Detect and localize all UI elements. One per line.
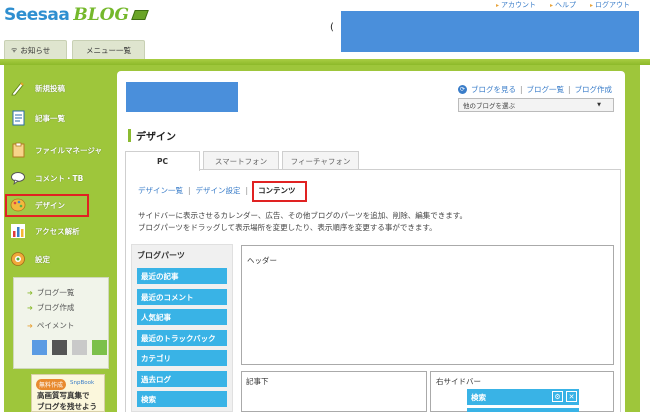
color-swatch-gray[interactable]: [72, 340, 87, 355]
redacted-header-area: [341, 11, 639, 52]
blog-parts-title: ブログパーツ: [137, 251, 185, 260]
tab-pc[interactable]: PC: [125, 151, 200, 171]
document-icon: [10, 110, 26, 126]
logo-blog-text: BLOG: [73, 5, 130, 25]
blog-links: ⟳ ブログを見る | ブログ一覧 | ブログ作成: [458, 84, 613, 95]
sidebar-item-comments[interactable]: コメント・TB: [5, 165, 109, 191]
right-sidebar-slot-label: 右サイドバー: [436, 377, 481, 386]
part-archives[interactable]: 過去ログ: [137, 371, 227, 387]
description-line-1: サイドバーに表示させるカレンダー、広告、その他ブログのパーツを追加、削除、編集で…: [138, 211, 468, 220]
tab-featurephone[interactable]: フィーチャフォン: [282, 151, 359, 170]
title-accent-bar: [128, 129, 131, 142]
part-recent-trackbacks[interactable]: 最近のトラックバック: [137, 330, 227, 346]
arrow-right-icon: ➜: [27, 288, 33, 297]
article-bottom-slot-label: 記事下: [246, 377, 269, 386]
right-widget-next[interactable]: [467, 408, 579, 412]
gear-icon: [10, 251, 26, 267]
color-swatch-blue[interactable]: [32, 340, 47, 355]
sidebar-item-new-post[interactable]: 新規投稿: [5, 75, 109, 101]
design-settings-link[interactable]: デザイン設定: [196, 185, 241, 196]
header-glyph: (: [330, 22, 334, 33]
bar-chart-icon: [10, 223, 26, 239]
blog-select-dropdown[interactable]: 他のブログを選ぶ ▼: [458, 98, 614, 112]
color-swatch-dark[interactable]: [52, 340, 67, 355]
blog-list-link[interactable]: ブログ一覧: [527, 84, 565, 95]
pen-icon: [10, 80, 26, 96]
seesaa-blog-logo[interactable]: Seesaa BLOG: [4, 4, 149, 26]
arrow-icon: ▸: [590, 2, 594, 9]
selected-item-highlight: [5, 194, 89, 217]
photobook-banner[interactable]: 無料作成 SnpBook 高画質写真集で ブログを残せよう: [31, 374, 105, 412]
arrow-right-icon: ➜: [27, 303, 33, 312]
logo-text: Seesaa: [4, 5, 70, 25]
sidebar-item-posts[interactable]: 記事一覧: [5, 105, 109, 131]
part-popular-articles[interactable]: 人気記事: [137, 309, 227, 325]
rss-icon: ᯤ: [11, 45, 18, 54]
book-icon: [131, 10, 149, 20]
sidebar-item-file-manager[interactable]: ファイルマネージャ: [5, 137, 109, 163]
tab-menu-list[interactable]: メニュー一覧: [72, 40, 145, 59]
part-search[interactable]: 検索: [137, 391, 227, 407]
part-categories[interactable]: カテゴリ: [137, 350, 227, 366]
logout-link[interactable]: ▸ ログアウト: [590, 0, 630, 10]
tab-smartphone[interactable]: スマートフォン: [203, 151, 279, 170]
header-drop-zone[interactable]: [241, 245, 614, 365]
top-links: ▸ アカウント ▸ ヘルプ ▸ ログアウト: [496, 0, 630, 10]
link-blog-list[interactable]: ➜ ブログ一覧: [27, 287, 74, 298]
banner-line-1: 高画質写真集で: [37, 391, 90, 400]
caret-down-icon: ▼: [597, 102, 601, 108]
right-widget-search[interactable]: 検索 ⚙ ✕: [467, 389, 579, 405]
part-recent-articles[interactable]: 最近の記事: [137, 268, 227, 284]
clipboard-icon: [10, 142, 26, 158]
view-icon: ⟳: [458, 85, 467, 94]
header-slot-label: ヘッダー: [247, 256, 277, 265]
sidebar-item-analytics[interactable]: アクセス解析: [5, 218, 109, 244]
link-payment[interactable]: ➜ ペイメント: [27, 320, 74, 331]
speech-bubble-icon: [10, 170, 26, 186]
free-badge: 無料作成: [36, 379, 67, 390]
design-list-link[interactable]: デザイン一覧: [138, 185, 183, 196]
arrow-icon: ▸: [550, 2, 554, 9]
settings-gear-icon[interactable]: ⚙: [552, 391, 563, 402]
description-line-2: ブログパーツをドラッグして表示場所を変更したり、表示順序を変更する事ができます。: [138, 223, 437, 232]
close-icon[interactable]: ✕: [566, 391, 577, 402]
redacted-blog-name: [126, 82, 238, 112]
account-link[interactable]: ▸ アカウント: [496, 0, 536, 10]
sidebar-item-settings[interactable]: 設定: [5, 246, 109, 272]
snpbook-brand: SnpBook: [70, 380, 95, 386]
view-blog-link[interactable]: ブログを見る: [471, 84, 516, 95]
arrow-icon: ▸: [496, 2, 500, 9]
banner-line-2: ブログを残せよう: [37, 402, 97, 411]
color-swatch-green[interactable]: [92, 340, 107, 355]
current-tab-highlight: [252, 181, 307, 202]
part-recent-comments[interactable]: 最近のコメント: [137, 289, 227, 305]
tab-notice[interactable]: ᯤ お知らせ: [4, 40, 67, 59]
link-blog-create[interactable]: ➜ ブログ作成: [27, 302, 74, 313]
arrow-right-icon: ➜: [27, 321, 33, 330]
blog-create-link[interactable]: ブログ作成: [575, 84, 613, 95]
help-link[interactable]: ▸ ヘルプ: [550, 0, 576, 10]
page-title: デザイン: [128, 128, 176, 143]
